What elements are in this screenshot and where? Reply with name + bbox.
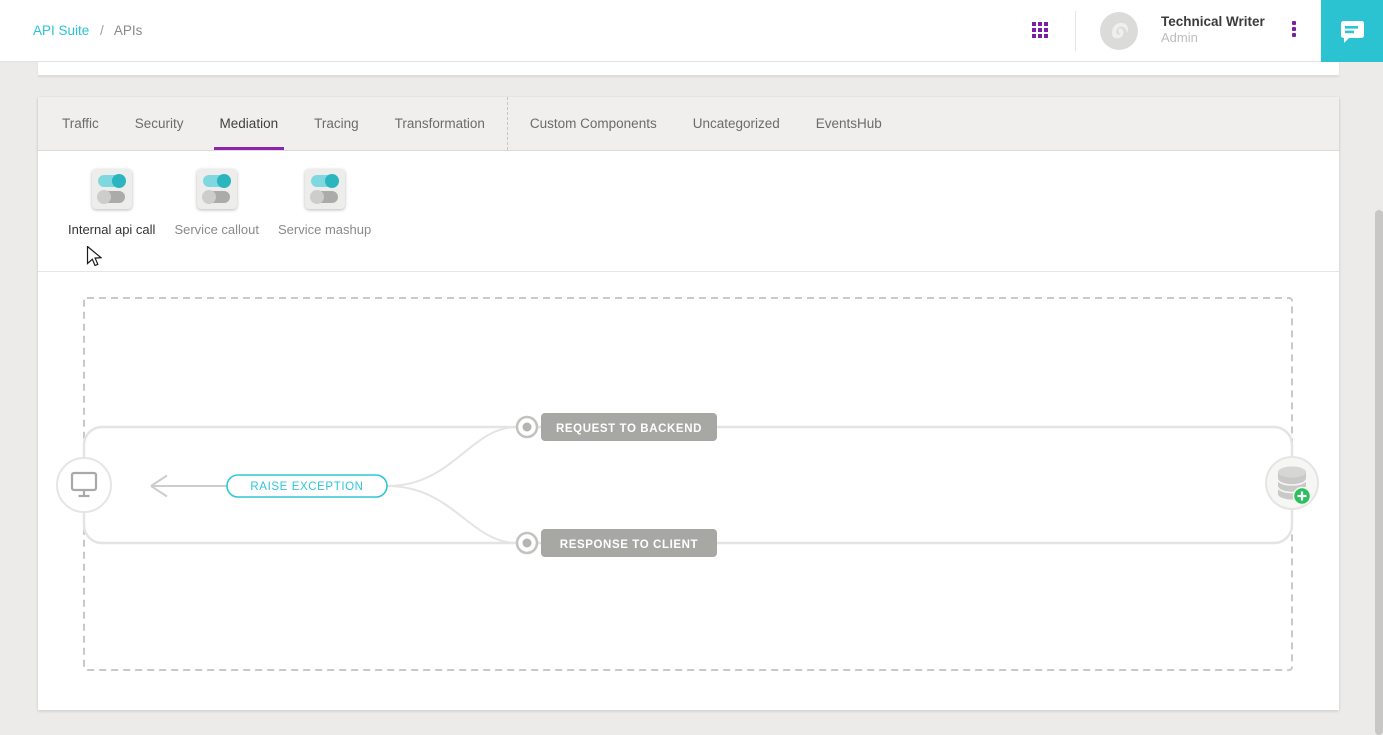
mediation-card: Traffic Security Mediation Tracing Trans… [38, 97, 1339, 710]
tab-custom-components[interactable]: Custom Components [512, 97, 675, 150]
user-role: Admin [1161, 30, 1198, 45]
svg-text:RAISE EXCEPTION: RAISE EXCEPTION [250, 481, 363, 493]
palette-item-internal-api-call[interactable]: Internal api call [68, 169, 155, 237]
breadcrumb-separator: / [100, 23, 104, 38]
backend-endpoint[interactable] [1266, 457, 1318, 509]
palette-item-service-mashup[interactable]: Service mashup [278, 169, 371, 237]
tab-bar: Traffic Security Mediation Tracing Trans… [38, 97, 1339, 151]
raise-exception-pill[interactable]: RAISE EXCEPTION [227, 475, 387, 497]
scrollbar[interactable] [1375, 210, 1383, 735]
toggles-icon [305, 169, 345, 209]
header-divider [1075, 11, 1076, 51]
response-to-client-label: RESPONSE TO CLIENT [541, 529, 717, 557]
toggles-icon [197, 169, 237, 209]
avatar[interactable] [1100, 12, 1138, 50]
chat-icon [1337, 16, 1367, 46]
exception-fork-bottom [387, 486, 517, 543]
tab-security[interactable]: Security [117, 97, 202, 150]
tab-tracing[interactable]: Tracing [296, 97, 377, 150]
palette-item-label: Service callout [174, 222, 259, 237]
svg-text:REQUEST TO BACKEND: REQUEST TO BACKEND [556, 423, 702, 435]
exception-fork-top [387, 427, 517, 486]
response-lane-node[interactable] [517, 533, 537, 553]
mediator-palette: Internal api call Service callout Servic… [38, 151, 1339, 272]
add-badge-icon [1294, 488, 1311, 505]
toggles-icon [92, 169, 132, 209]
apps-grid-icon[interactable] [1032, 22, 1048, 38]
tab-mediation[interactable]: Mediation [202, 97, 297, 150]
kebab-menu-icon[interactable] [1286, 21, 1302, 41]
avatar-logo-icon [1100, 12, 1138, 50]
tab-transformation[interactable]: Transformation [377, 97, 503, 150]
breadcrumb-current-apis: APIs [114, 23, 143, 38]
tab-eventshub[interactable]: EventsHub [798, 97, 900, 150]
tab-group-divider [507, 97, 508, 150]
breadcrumb-link-api-suite[interactable]: API Suite [33, 23, 89, 38]
chat-button[interactable] [1321, 0, 1383, 62]
exception-arrow-to-client [151, 476, 227, 497]
tab-traffic[interactable]: Traffic [44, 97, 117, 150]
breadcrumb: API Suite / APIs [33, 23, 142, 38]
scrolled-card-remnant [38, 62, 1339, 76]
tab-uncategorized[interactable]: Uncategorized [675, 97, 798, 150]
user-name: Technical Writer [1161, 14, 1265, 29]
client-endpoint[interactable] [57, 458, 111, 512]
svg-text:RESPONSE TO CLIENT: RESPONSE TO CLIENT [560, 539, 698, 551]
request-lane-node[interactable] [517, 417, 537, 437]
app-header: API Suite / APIs Technical Writer Admin [0, 0, 1383, 62]
palette-item-label: Service mashup [278, 222, 371, 237]
palette-item-label: Internal api call [68, 222, 155, 237]
mediation-flow-canvas[interactable]: REQUEST TO BACKEND RESPONSE TO CLIENT RA… [38, 272, 1339, 710]
request-to-backend-label: REQUEST TO BACKEND [541, 413, 717, 441]
palette-item-service-callout[interactable]: Service callout [174, 169, 259, 237]
